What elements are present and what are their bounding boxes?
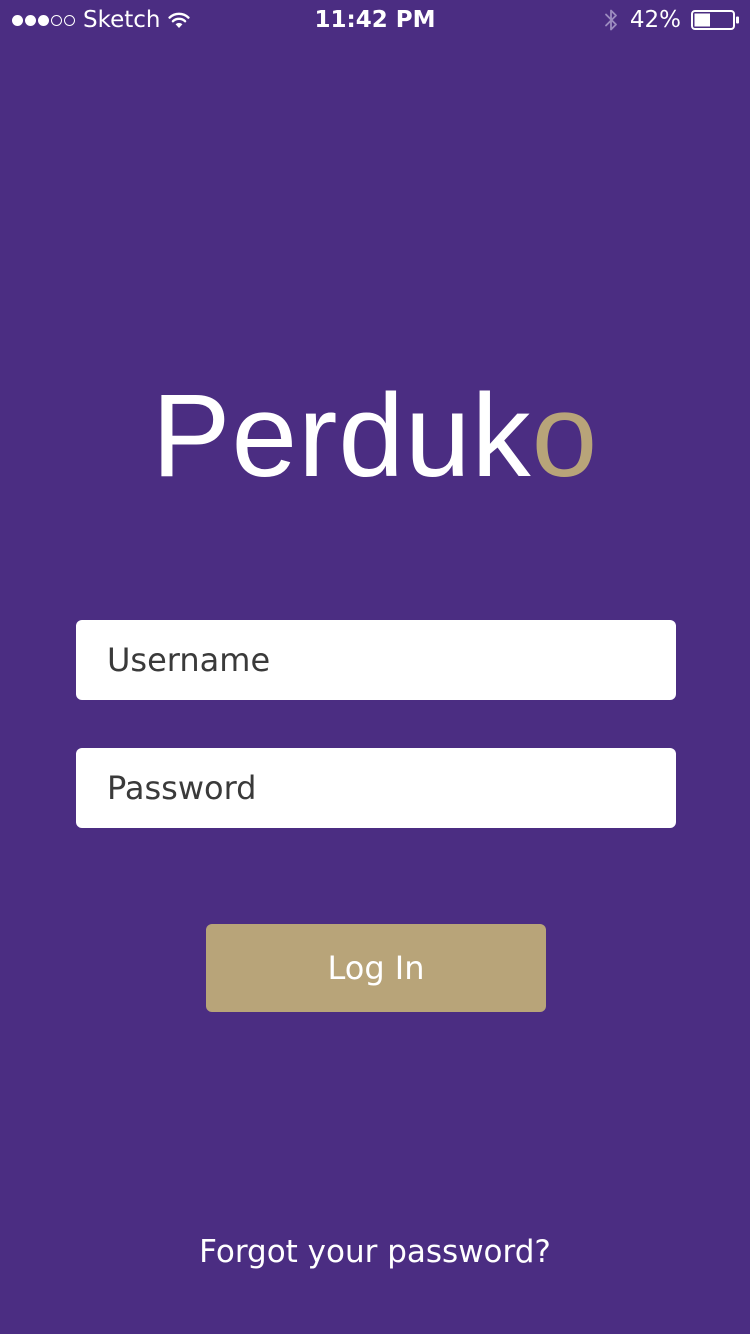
logo-accent-text: o	[531, 370, 599, 502]
battery-fill	[694, 13, 710, 27]
username-input[interactable]	[107, 641, 676, 679]
login-button[interactable]: Log In	[206, 924, 546, 1012]
forgot-password-link[interactable]: Forgot your password?	[0, 1230, 750, 1274]
battery-icon	[691, 10, 739, 30]
status-bar: Sketch 11:42 PM 42%	[0, 0, 750, 40]
login-button-label: Log In	[327, 949, 425, 987]
password-input[interactable]	[107, 769, 676, 807]
bluetooth-icon	[604, 9, 617, 31]
username-field[interactable]	[76, 620, 676, 700]
status-right: 42%	[604, 6, 740, 34]
logo-main-text: Perduk	[151, 370, 532, 502]
battery-percent: 42%	[629, 7, 681, 33]
password-field[interactable]	[76, 748, 676, 828]
app-logo: Perduko	[0, 366, 750, 506]
